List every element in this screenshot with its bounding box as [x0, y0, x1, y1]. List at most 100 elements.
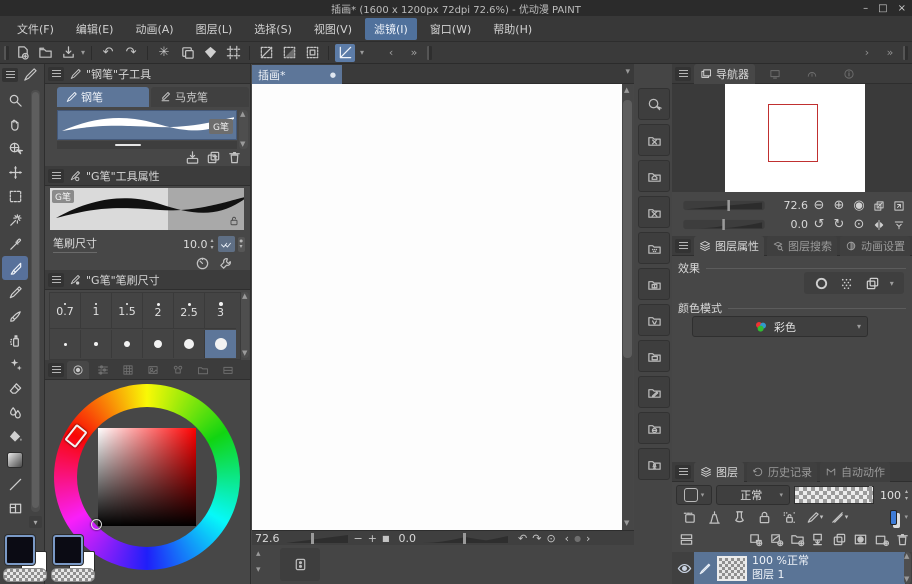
zoom-fit-button[interactable]: ■: [382, 534, 390, 543]
selection-tool[interactable]: [2, 184, 28, 208]
color-wheel-tab[interactable]: [67, 360, 89, 379]
border-effect-button[interactable]: [814, 276, 829, 291]
gradient-tool[interactable]: [2, 448, 28, 472]
airbrush-tool[interactable]: [2, 328, 28, 352]
tool-strip-menu[interactable]: [2, 67, 18, 82]
size-preset-1[interactable]: 1: [81, 293, 112, 329]
navigator-rotate-left[interactable]: ↺: [810, 216, 828, 234]
brush-size-value[interactable]: 10.0: [183, 238, 208, 251]
layer-color-dropdown[interactable]: ▾: [890, 509, 908, 525]
material-folder-pattern-button[interactable]: [638, 232, 670, 264]
flip-vertical-button[interactable]: ›: [586, 532, 590, 545]
material-folder-frame-button[interactable]: [638, 268, 670, 300]
new-folder-button[interactable]: [789, 531, 805, 547]
sv-handle[interactable]: [91, 519, 102, 530]
canvas-scroll-down[interactable]: ▼: [624, 520, 629, 527]
crop-button[interactable]: [223, 44, 243, 62]
new-vector-layer-button[interactable]: [768, 531, 784, 547]
zoom-out-button[interactable]: −: [354, 532, 363, 545]
menu-file[interactable]: 文件(F): [8, 18, 63, 40]
brush-size-spinner[interactable]: ▴ ▾: [210, 237, 213, 251]
transparent-color-button[interactable]: [3, 568, 47, 582]
ruler-range-dropdown[interactable]: ▾: [830, 509, 848, 525]
foreground-color-swatch[interactable]: [5, 535, 35, 565]
navigator-flip-reset[interactable]: [890, 216, 908, 234]
layer-search-tab[interactable]: 图层搜索: [767, 235, 837, 256]
auto-action-tab[interactable]: 自动动作: [820, 461, 890, 482]
material-folder-pose-button[interactable]: [638, 448, 670, 480]
navigator-view-rect[interactable]: [768, 104, 818, 162]
zoom-tool[interactable]: [2, 88, 28, 112]
subtool-scroll-up[interactable]: ▲: [240, 111, 245, 118]
canvas-zoom-value[interactable]: 72.6: [255, 532, 280, 545]
colormode-dropdown[interactable]: 彩色 ▾: [692, 316, 868, 337]
tab-pen[interactable]: 钢笔: [57, 87, 149, 107]
animation-settings-tab[interactable]: 动画设置: [840, 235, 910, 256]
navigator-zoom-out[interactable]: ⊖: [810, 197, 828, 215]
pencil-tool[interactable]: [2, 280, 28, 304]
navigator-rotation-value[interactable]: 0.0: [791, 218, 809, 231]
opacity-slider[interactable]: [794, 486, 874, 504]
pen-tool[interactable]: [2, 256, 28, 280]
stroke-speed-icon[interactable]: [195, 256, 210, 271]
brush-size-scrollbar[interactable]: ▲ ▼: [241, 292, 249, 358]
canvas-tab[interactable]: 插画* ●: [252, 65, 342, 84]
navigator-zoom-value[interactable]: 72.6: [784, 199, 809, 212]
layer-scroll-down[interactable]: ▼: [904, 576, 909, 583]
layer-mask-button[interactable]: [852, 531, 868, 547]
redo-button[interactable]: ↷: [121, 44, 141, 62]
subtool-menu[interactable]: [48, 66, 64, 81]
transfer-to-lower-button[interactable]: [810, 531, 826, 547]
layer-property-tab[interactable]: 图层属性: [694, 235, 764, 256]
navigator-rotation-slider[interactable]: [676, 219, 772, 230]
layer-visibility-toggle[interactable]: [674, 558, 694, 578]
navigator-flip-horizontal[interactable]: [870, 216, 888, 234]
approx-color-tab[interactable]: [142, 361, 164, 379]
tone-effect-button[interactable]: [839, 276, 854, 291]
menu-layer[interactable]: 图层(L): [187, 18, 242, 40]
toolbar-grip[interactable]: [4, 45, 9, 60]
delete-subtool-icon[interactable]: [227, 150, 242, 165]
layer-property-menu[interactable]: [675, 238, 691, 253]
navigator-rotate-right[interactable]: ↻: [830, 216, 848, 234]
layer-list-view-button[interactable]: [678, 531, 694, 547]
menu-edit[interactable]: 编辑(E): [67, 18, 123, 40]
palette-color-dropdown[interactable]: ▾: [676, 485, 712, 505]
close-button[interactable]: ×: [898, 3, 906, 14]
size-preset-3[interactable]: 3: [205, 293, 236, 329]
canvas-tab-close-icon[interactable]: ●: [330, 71, 336, 79]
auto-select-tool[interactable]: [2, 208, 28, 232]
material-folder-3d-button[interactable]: [638, 412, 670, 444]
brush-tool[interactable]: [2, 304, 28, 328]
wrench-settings-icon[interactable]: [218, 256, 233, 271]
zoom-in-button[interactable]: +: [368, 532, 377, 545]
menu-view[interactable]: 视图(V): [305, 18, 361, 40]
color-panel-menu[interactable]: [48, 362, 64, 377]
navigator-preview[interactable]: [672, 84, 912, 192]
lock-layer-button[interactable]: [755, 509, 773, 525]
navigator-rotate-reset[interactable]: ⊙: [850, 216, 868, 234]
layer-name[interactable]: 图层 1: [752, 568, 809, 582]
brush-size-scroll-up[interactable]: ▲: [242, 293, 247, 300]
canvas-scroll-up[interactable]: ▲: [624, 87, 629, 94]
canvas-rotation-slider[interactable]: [421, 532, 509, 544]
decoration-tool[interactable]: [2, 352, 28, 376]
lock-transparent-button[interactable]: [780, 509, 798, 525]
brush-size-unit-button[interactable]: ● ▾: [237, 236, 245, 252]
navigator-zoom-slider[interactable]: [676, 200, 772, 211]
rotate-reset-button[interactable]: ⊙: [546, 532, 555, 545]
apply-mask-button[interactable]: [873, 531, 889, 547]
maximize-button[interactable]: □: [878, 3, 887, 14]
lock-icon[interactable]: [228, 215, 240, 227]
size-dot-3-selected[interactable]: [205, 330, 236, 358]
menu-window[interactable]: 窗口(W): [421, 18, 480, 40]
layers-tab[interactable]: 图层: [694, 461, 744, 482]
material-folder-x2-button[interactable]: [638, 196, 670, 228]
material-folder-x1-button[interactable]: [638, 124, 670, 156]
layer-scroll-up[interactable]: ▲: [904, 553, 909, 560]
canvas-vertical-scrollbar[interactable]: ▲ ▼: [622, 84, 633, 530]
rotate-canvas-tool[interactable]: [2, 136, 28, 160]
tool-property-menu[interactable]: [48, 168, 64, 183]
tray-expand-down[interactable]: ▾: [256, 565, 261, 575]
snap-dropdown[interactable]: ▾: [360, 48, 364, 57]
